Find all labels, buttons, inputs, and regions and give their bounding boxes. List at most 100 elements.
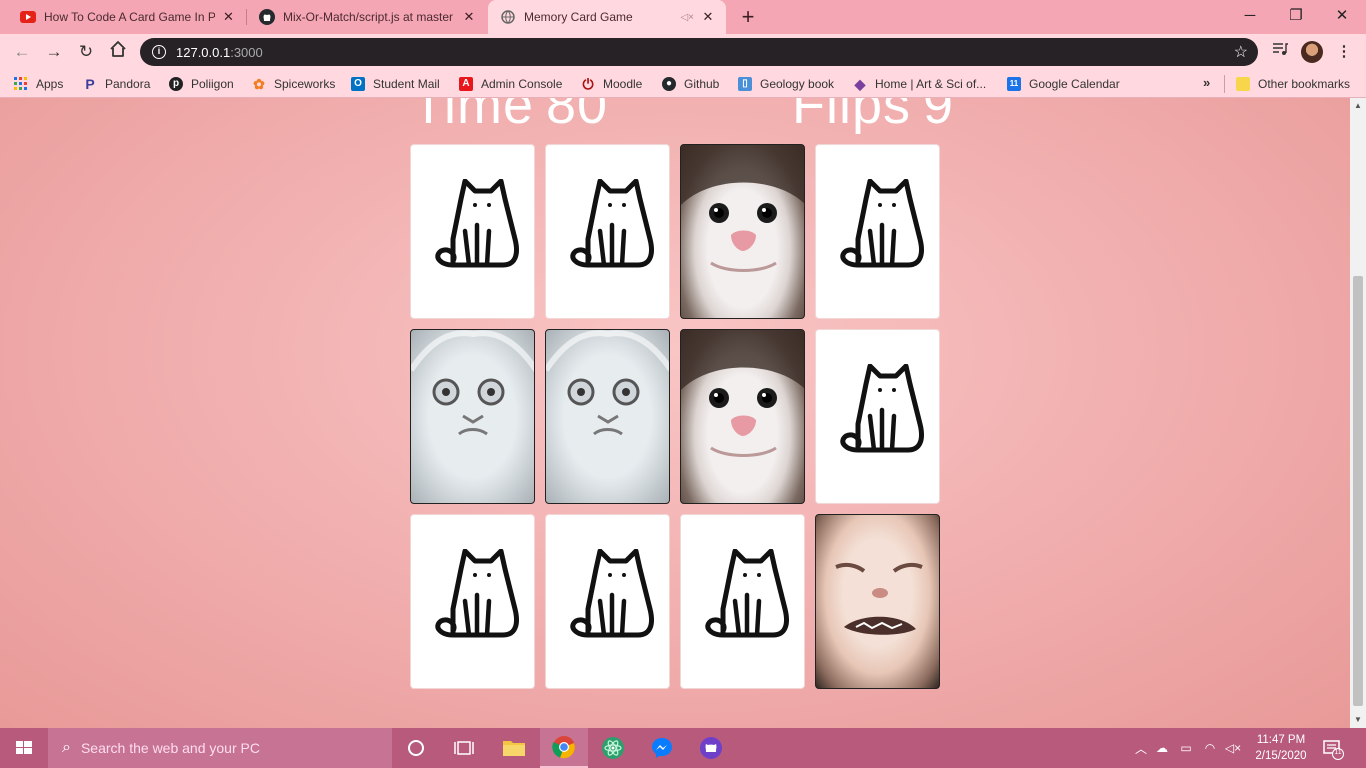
bookmark-label: Github <box>684 77 720 91</box>
bookmarks-divider <box>1224 75 1225 93</box>
close-icon[interactable]: ✕ <box>700 9 716 25</box>
file-explorer-button[interactable] <box>490 728 538 768</box>
task-view-button[interactable] <box>440 728 488 768</box>
memory-card-face-down[interactable] <box>815 329 940 504</box>
memory-card-shocked-white-cat[interactable] <box>545 329 670 504</box>
cortana-button[interactable] <box>392 728 440 768</box>
bookmark-label: Geology book <box>760 77 835 91</box>
menu-icon[interactable]: ⋮ <box>1334 42 1354 62</box>
back-button[interactable]: ← <box>10 40 34 64</box>
github-desktop-button[interactable] <box>687 728 735 768</box>
onedrive-icon[interactable]: ☁ <box>1150 741 1174 755</box>
gem-icon: ◆ <box>854 76 866 92</box>
scroll-up-arrow-icon[interactable]: ▲ <box>1350 98 1366 114</box>
folder-icon <box>1236 77 1250 91</box>
flips-label: Flips <box>792 98 912 135</box>
reload-button[interactable]: ↻ <box>74 40 98 64</box>
youtube-icon <box>20 9 36 25</box>
memory-card-face-down[interactable] <box>545 144 670 319</box>
bookmark-moodle[interactable]: ⏻ Moodle <box>581 75 642 93</box>
spiceworks-icon: ✿ <box>253 76 265 92</box>
bookmark-label: Moodle <box>603 77 643 91</box>
more-bookmarks-button[interactable]: » <box>1203 75 1210 90</box>
bookmark-spiceworks[interactable]: ✿ Spiceworks <box>252 75 335 93</box>
bookmark-pandora[interactable]: P Pandora <box>83 75 150 93</box>
memory-card-face-down[interactable] <box>545 514 670 689</box>
speaker-muted-icon[interactable]: ◁× <box>680 12 694 23</box>
chrome-button[interactable] <box>540 728 588 768</box>
tab-title: How To Code A Card Game In Pla <box>44 10 215 24</box>
browser-toolbar: ← → ↻ i 127.0.0.1:3000 ☆ ⋮ <box>0 34 1366 70</box>
home-icon <box>110 41 126 57</box>
close-icon[interactable]: ✕ <box>461 9 477 25</box>
time-label: Time <box>412 98 534 135</box>
action-center-button[interactable]: 11 <box>1322 738 1344 760</box>
cat-outline-icon <box>435 549 519 638</box>
address-host: 127.0.0.1 <box>176 44 231 60</box>
cat-outline-icon <box>840 364 924 453</box>
apps-grid-icon <box>14 77 28 91</box>
cat-outline-icon <box>570 549 654 638</box>
address-bar[interactable]: i 127.0.0.1:3000 ☆ <box>140 38 1258 66</box>
bookmark-other[interactable]: Other bookmarks <box>1236 75 1350 93</box>
bookmark-github[interactable]: ● Github <box>662 75 719 93</box>
bookmark-student-mail[interactable]: O Student Mail <box>351 75 440 93</box>
bookmark-art-sci[interactable]: ◆ Home | Art & Sci of... <box>853 75 987 93</box>
atom-icon <box>602 737 624 759</box>
tab-youtube[interactable]: How To Code A Card Game In Pla ✕ <box>0 0 246 34</box>
bookmark-geology-book[interactable]: ▯ Geology book <box>738 75 834 93</box>
time-value: 80 <box>546 98 609 135</box>
clock-date: 2/15/2020 <box>1255 750 1307 762</box>
bookmark-admin-console[interactable]: A Admin Console <box>459 75 562 93</box>
memory-card-polite-cat[interactable] <box>680 329 805 504</box>
forward-button[interactable]: → <box>42 40 66 64</box>
memory-card-face-down[interactable] <box>680 514 805 689</box>
folder-icon <box>503 741 525 756</box>
memory-card-face-down[interactable] <box>410 144 535 319</box>
atom-button[interactable] <box>589 728 637 768</box>
cortana-icon <box>408 740 424 756</box>
memory-card-shocked-white-cat[interactable] <box>410 329 535 504</box>
taskbar-clock[interactable]: 11:47 PM 2/15/2020 <box>1248 732 1314 764</box>
messenger-icon <box>652 738 672 758</box>
memory-card-face-down[interactable] <box>410 514 535 689</box>
windows-taskbar: ⌕ Search the web and your PC ︿ ☁ ▭ ◠ ◁× … <box>0 728 1366 768</box>
tab-strip: How To Code A Card Game In Pla ✕ Mix-Or-… <box>0 0 1366 34</box>
close-window-button[interactable]: ✕ <box>1319 2 1365 30</box>
media-controls-icon[interactable] <box>1270 42 1290 62</box>
bookmark-star-icon[interactable]: ☆ <box>1234 42 1248 62</box>
scroll-down-arrow-icon[interactable]: ▼ <box>1350 712 1366 728</box>
search-icon: ⌕ <box>62 739 71 756</box>
bookmark-google-calendar[interactable]: 11 Google Calendar <box>1007 75 1120 93</box>
bookmark-label: Spiceworks <box>274 77 336 91</box>
wifi-icon[interactable]: ◠ <box>1198 741 1222 755</box>
taskbar-search[interactable]: ⌕ Search the web and your PC <box>48 728 392 768</box>
tab-github[interactable]: Mix-Or-Match/script.js at master ✕ <box>247 0 487 34</box>
battery-icon[interactable]: ▭ <box>1174 741 1198 755</box>
tab-memory-card-game[interactable]: Memory Card Game ◁× ✕ <box>488 0 726 34</box>
start-button[interactable] <box>0 728 48 768</box>
scrollbar-thumb[interactable] <box>1353 276 1363 706</box>
tab-title: Memory Card Game <box>524 10 633 24</box>
site-info-icon[interactable]: i <box>152 45 166 59</box>
bookmark-poliigon[interactable]: p Poliigon <box>169 75 234 93</box>
poliigon-icon: p <box>169 77 183 91</box>
bookmark-label: Apps <box>36 77 64 91</box>
minimize-button[interactable]: ─ <box>1227 2 1273 30</box>
restore-button[interactable]: ❐ <box>1273 2 1319 30</box>
chevron-up-icon[interactable]: ︿ <box>1132 740 1150 757</box>
tab-title: Mix-Or-Match/script.js at master <box>283 10 454 24</box>
github-desktop-icon <box>700 737 722 759</box>
memory-card-smudge-cat[interactable] <box>815 514 940 689</box>
memory-card-polite-cat[interactable] <box>680 144 805 319</box>
close-icon[interactable]: ✕ <box>221 9 236 25</box>
volume-muted-icon[interactable]: ◁× <box>1222 741 1244 755</box>
memory-card-face-down[interactable] <box>815 144 940 319</box>
bookmark-apps[interactable]: Apps <box>14 75 63 93</box>
github-icon: ● <box>662 77 676 91</box>
page-scrollbar[interactable]: ▲ ▼ <box>1350 98 1366 728</box>
home-button[interactable] <box>106 40 130 64</box>
profile-avatar[interactable] <box>1301 41 1323 63</box>
new-tab-button[interactable]: + <box>736 6 760 28</box>
messenger-button[interactable] <box>638 728 686 768</box>
